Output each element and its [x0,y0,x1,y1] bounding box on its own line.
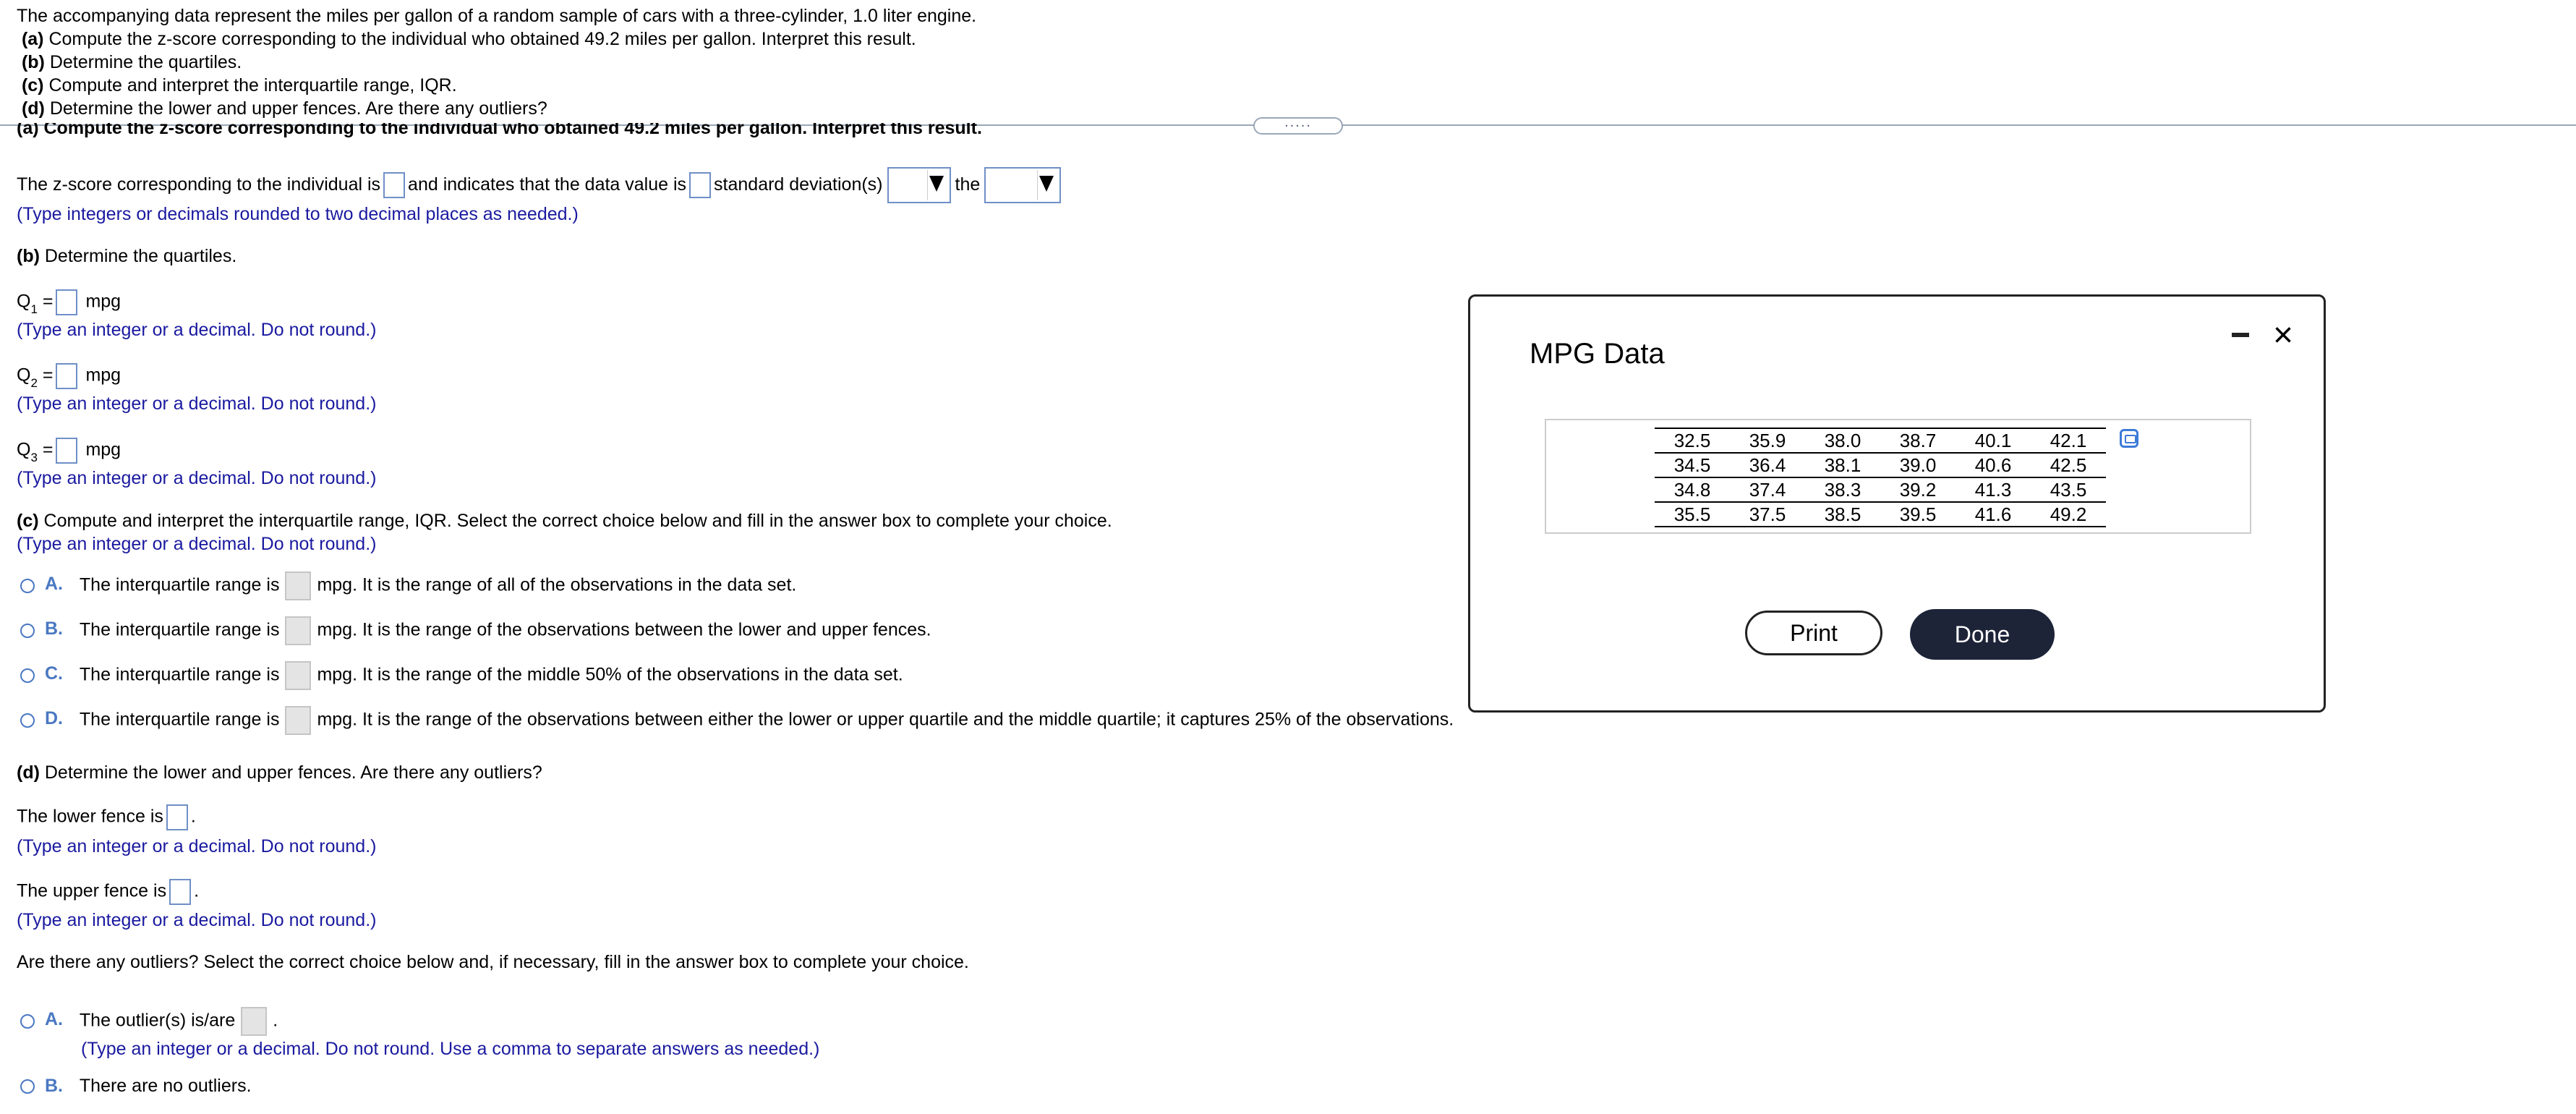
table-cell: 36.4 [1730,453,1805,478]
table-cell: 32.5 [1655,428,1730,454]
iqr-option-d[interactable]: D. The interquartile range is mpg. It is … [20,706,1454,735]
outlier-option-b[interactable]: B. There are no outliers. [20,1073,252,1098]
table-cell: 39.2 [1880,477,1956,503]
lower-fence-input[interactable] [166,804,188,830]
table-cell: 34.8 [1655,477,1730,503]
table-cell: 39.0 [1880,453,1956,478]
upper-fence-input[interactable] [169,879,192,905]
table-cell: 40.1 [1956,428,2031,454]
dialog-title: MPG Data [1530,338,1665,370]
q3-hint: (Type an integer or a decimal. Do not ro… [17,468,377,488]
table-cell: 49.2 [2031,502,2106,527]
iqr-input-b[interactable] [285,616,312,645]
mean-dropdown[interactable] [984,167,1062,204]
prompt-intro: The accompanying data represent the mile… [17,6,977,26]
mpg-data-dialog: MPG Data × 32.5 35.9 38.0 38.7 40.1 42.1… [1468,294,2326,713]
table-cell: 38.1 [1805,453,1880,478]
upper-fence-hint: (Type an integer or a decimal. Do not ro… [17,910,377,930]
part-d-heading: (d) Determine the lower and upper fences… [17,762,542,783]
outlier-question: Are there any outliers? Select the corre… [17,952,969,972]
table-cell: 35.9 [1730,428,1805,454]
table-row: 32.5 35.9 38.0 38.7 40.1 42.1 [1655,428,2106,454]
outlier-hint: (Type an integer or a decimal. Do not ro… [81,1039,820,1059]
iqr-input-d[interactable] [285,706,312,735]
q2-row: Q2 = mpg [17,363,121,390]
minimize-icon[interactable] [2232,333,2252,340]
radio-button[interactable] [20,624,35,638]
table-row: 35.5 37.5 38.5 39.5 41.6 49.2 [1655,502,2106,527]
q3-input[interactable] [56,438,78,464]
lower-fence-hint: (Type an integer or a decimal. Do not ro… [17,836,377,856]
table-cell: 39.5 [1880,502,1956,527]
radio-button[interactable] [20,579,35,593]
q1-row: Q1 = mpg [17,289,121,316]
outlier-option-a[interactable]: A. The outlier(s) is/are. [20,1007,278,1036]
table-cell: 43.5 [2031,477,2106,503]
radio-button[interactable] [20,1014,35,1029]
copy-data-icon[interactable] [2120,429,2138,448]
q2-hint: (Type an integer or a decimal. Do not ro… [17,394,377,414]
table-cell: 38.7 [1880,428,1956,454]
table-row: 34.5 36.4 38.1 39.0 40.6 42.5 [1655,453,2106,478]
above-below-dropdown[interactable] [887,167,951,204]
chevron-down-icon [929,176,944,192]
part-b-heading: (b) Determine the quartiles. [17,246,237,266]
table-cell: 41.6 [1956,502,2031,527]
radio-button[interactable] [20,713,35,728]
table-cell: 42.1 [2031,428,2106,454]
data-table-frame: 32.5 35.9 38.0 38.7 40.1 42.1 34.5 36.4 … [1545,419,2251,534]
iqr-input-a[interactable] [285,571,312,600]
table-cell: 37.5 [1730,502,1805,527]
radio-button[interactable] [20,1079,35,1094]
iqr-option-a[interactable]: A. The interquartile range is mpg. It is … [20,571,796,600]
q3-row: Q3 = mpg [17,438,121,464]
chevron-down-icon [1039,176,1054,192]
divider-grip-handle[interactable]: ..... [1253,115,1343,135]
iqr-option-c[interactable]: C. The interquartile range is mpg. It is … [20,661,903,690]
upper-fence-row: The upper fence is. [17,879,199,905]
table-cell: 34.5 [1655,453,1730,478]
table-cell: 38.0 [1805,428,1880,454]
print-button[interactable]: Print [1745,611,1882,655]
iqr-option-b[interactable]: B. The interquartile range is mpg. It is … [20,616,931,645]
prompt-item-c: (c) Compute and interpret the interquart… [21,75,457,95]
prompt-item-d: (d) Determine the lower and upper fences… [21,98,547,119]
table-cell: 38.3 [1805,477,1880,503]
q1-hint: (Type an integer or a decimal. Do not ro… [17,320,377,340]
part-a-hint: (Type integers or decimals rounded to tw… [17,204,579,224]
table-cell: 40.6 [1956,453,2031,478]
part-c-heading: (c) Compute and interpret the interquart… [17,511,1112,531]
table-cell: 38.5 [1805,502,1880,527]
outlier-input[interactable] [241,1007,268,1036]
q2-input[interactable] [56,363,78,389]
prompt-item-b: (b) Determine the quartiles. [21,52,242,72]
question-prompt: The accompanying data represent the mile… [17,4,976,120]
table-cell: 41.3 [1956,477,2031,503]
std-dev-count-input[interactable] [689,172,712,199]
close-icon[interactable]: × [2273,318,2293,353]
table-cell: 37.4 [1730,477,1805,503]
z-score-input[interactable] [383,172,406,199]
lower-fence-row: The lower fence is. [17,804,196,830]
radio-button[interactable] [20,668,35,683]
mpg-data-table: 32.5 35.9 38.0 38.7 40.1 42.1 34.5 36.4 … [1655,428,2106,527]
q1-input[interactable] [56,289,78,315]
iqr-input-c[interactable] [285,661,312,690]
table-row: 34.8 37.4 38.3 39.2 41.3 43.5 [1655,477,2106,503]
part-a-answer-line: The z-score corresponding to the individ… [17,166,1065,204]
table-cell: 42.5 [2031,453,2106,478]
part-a-heading: (a) Compute the z-score corresponding to… [17,123,982,138]
table-cell: 35.5 [1655,502,1730,527]
done-button[interactable]: Done [1910,609,2055,660]
part-c-hint: (Type an integer or a decimal. Do not ro… [17,534,377,554]
prompt-item-a: (a) Compute the z-score corresponding to… [21,29,916,49]
